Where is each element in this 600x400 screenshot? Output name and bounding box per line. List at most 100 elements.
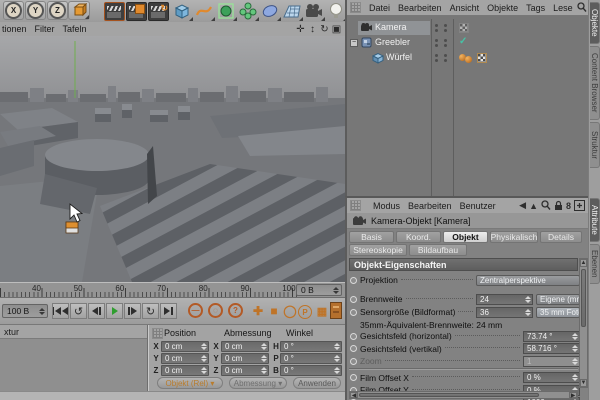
animation-dot-icon[interactable] (350, 332, 357, 340)
coords-rotation-b-field[interactable]: 0 ° (280, 365, 342, 376)
stepper-icon[interactable] (200, 355, 207, 362)
transport-autokey-button[interactable]: ◌ (208, 303, 223, 318)
door-panel-icon[interactable] (330, 302, 342, 319)
coords-apply-button[interactable]: Anwenden (293, 377, 341, 389)
stepper-icon[interactable] (333, 367, 340, 374)
stepper-icon[interactable] (200, 343, 207, 350)
stepper-icon[interactable] (333, 355, 340, 362)
coords-position-x-field[interactable]: 0 cm (161, 341, 209, 352)
stepper-icon[interactable] (332, 286, 339, 294)
tab-stereoskopie[interactable]: Stereoskopie (349, 244, 407, 256)
coords-size-z-field[interactable]: 0 cm (221, 365, 269, 376)
om-menu-tags[interactable]: Tags (522, 2, 549, 14)
animation-dot-icon[interactable] (350, 276, 357, 284)
stepper-icon[interactable] (524, 308, 531, 316)
attribute-hscrollbar[interactable]: ◀ ▶ (349, 391, 578, 399)
material-menu-textur[interactable]: xtur (0, 326, 23, 338)
om-menu-bearbeiten[interactable]: Bearbeiten (394, 2, 446, 14)
tab-objekt[interactable]: Objekt (443, 231, 488, 243)
property-dropdown-sensorgröße-bildformat-[interactable]: 35 mm Foto (36.0 mm (536, 306, 580, 318)
property-field-sensorgröße-bildformat-[interactable]: 36 (476, 306, 533, 318)
end-frame-field[interactable]: 100 B (2, 304, 48, 318)
tool-cube-primitive-button[interactable] (172, 1, 193, 21)
render-settings-button[interactable]: ↻ (148, 2, 169, 21)
expander-minus-icon[interactable]: − (350, 39, 358, 47)
property-dropdown-projektion[interactable]: Zentralperspektive (476, 274, 580, 286)
coords-rotation-p-field[interactable]: 0 ° (280, 353, 342, 364)
tree-row-würfel[interactable]: Würfel (347, 51, 588, 65)
tab-physikalisch[interactable]: Physikalisch (490, 231, 538, 243)
property-field-brennweite[interactable]: 24 (476, 293, 533, 305)
attribute-vscrollbar[interactable]: ▲ ▼ (579, 258, 588, 388)
section-header[interactable]: Objekt-Eigenschaften (349, 258, 578, 271)
visibility-dots-icon[interactable] (435, 37, 438, 49)
coords-position-y-field[interactable]: 0 cm (161, 353, 209, 364)
transport-key-rotation-toggle[interactable]: ◯ (282, 303, 298, 319)
timeline-ruler[interactable]: 0 B 40 50 60 70 80 90 100 (0, 282, 345, 298)
viewport-menu-tafeln[interactable]: Tafeln (59, 23, 91, 35)
om-menu-ansicht[interactable]: Ansicht (446, 2, 484, 14)
visibility-dots-icon[interactable] (435, 22, 438, 34)
coordinate-system-button[interactable] (68, 1, 90, 20)
property-dropdown-brennweite[interactable]: Eigene (mm) (536, 293, 580, 305)
transport-key-scale-toggle[interactable]: ■ (266, 303, 282, 319)
attr-menu-benutzer[interactable]: Benutzer (456, 200, 500, 212)
animation-dot-icon[interactable] (350, 308, 357, 316)
tab-details[interactable]: Details (540, 231, 582, 243)
coords-size-dropdown[interactable]: Abmessung ▾ (229, 377, 287, 389)
animation-dot-icon[interactable] (350, 295, 357, 303)
stepper-icon[interactable] (200, 367, 207, 374)
stepper-icon[interactable] (571, 332, 578, 340)
viewport-rotate-icon[interactable]: ↻ (319, 24, 330, 35)
axis-lock-z-button[interactable]: Z (47, 1, 68, 20)
panel-tab-struktur[interactable]: Struktur (590, 122, 600, 168)
tool-floor-button[interactable] (282, 1, 303, 21)
panel-grip-icon[interactable] (152, 328, 163, 339)
transport-loop-button[interactable]: ↻ (142, 303, 159, 319)
search-icon[interactable] (541, 200, 551, 211)
up-icon[interactable]: ▲ (529, 201, 538, 211)
viewport[interactable] (0, 36, 345, 282)
panel-tab-ebenen[interactable]: Ebenen (590, 244, 600, 284)
panel-tab-attribute[interactable]: Attribute (590, 198, 600, 242)
property-field-film-offset-x[interactable]: 0 % (523, 372, 580, 383)
transport-key-parameter-toggle[interactable]: P (298, 305, 312, 319)
tool-metaball-button[interactable] (260, 1, 281, 21)
coords-size-y-field[interactable]: 0 cm (221, 353, 269, 364)
transport-goto-start-button[interactable] (52, 303, 69, 319)
transport-previous-frame-button[interactable] (88, 303, 105, 319)
tab-bildaufbau[interactable]: Bildaufbau (409, 244, 467, 256)
property-field-gesichtsfeld-horizontal-[interactable]: 73.74 ° (523, 330, 580, 342)
transport-play-reverse-button[interactable]: ↺ (70, 303, 87, 319)
tool-light-button[interactable] (326, 1, 347, 21)
transport-play-forward-button[interactable] (106, 303, 123, 319)
transport-keyframe-options-button[interactable]: ? (228, 303, 243, 318)
stepper-icon[interactable] (571, 345, 578, 352)
viewport-menu-filter[interactable]: Filter (31, 23, 59, 35)
viewport-pan-icon[interactable]: ✛ (295, 24, 306, 35)
tool-spline-button[interactable] (194, 1, 215, 21)
transport-record-keyframe-button[interactable]: — (188, 303, 203, 318)
render-picture-viewer-button[interactable] (126, 2, 147, 21)
animation-dot-icon[interactable] (350, 345, 357, 352)
property-field-gesichtsfeld-vertikal-[interactable]: 58.716 ° (523, 343, 580, 354)
om-menu-datei[interactable]: Datei (365, 2, 394, 14)
animation-dot-icon[interactable] (350, 357, 357, 365)
panel-grip-icon[interactable] (350, 200, 361, 211)
lock-icon[interactable] (554, 200, 563, 211)
axis-lock-y-button[interactable]: Y (25, 1, 46, 20)
visibility-dots-icon[interactable] (444, 37, 447, 49)
visibility-dots-icon[interactable] (444, 52, 447, 64)
search-icon[interactable] (577, 2, 587, 13)
timeline-frame-field[interactable]: 0 B (296, 284, 342, 296)
tab-basis[interactable]: Basis (349, 231, 394, 243)
back-icon[interactable]: ◀ (519, 200, 526, 211)
om-menu-objekte[interactable]: Objekte (483, 2, 522, 14)
tree-row-kamera[interactable]: Kamera (347, 21, 588, 35)
stepper-icon[interactable] (524, 295, 531, 303)
stepper-icon[interactable] (260, 367, 267, 374)
panel-tab-content-browser[interactable]: Content Browser (590, 46, 600, 120)
stepper-icon[interactable] (571, 357, 578, 365)
stepper-icon[interactable] (260, 355, 267, 362)
coords-mode-dropdown[interactable]: Objekt (Rel) ▾ (157, 377, 223, 389)
